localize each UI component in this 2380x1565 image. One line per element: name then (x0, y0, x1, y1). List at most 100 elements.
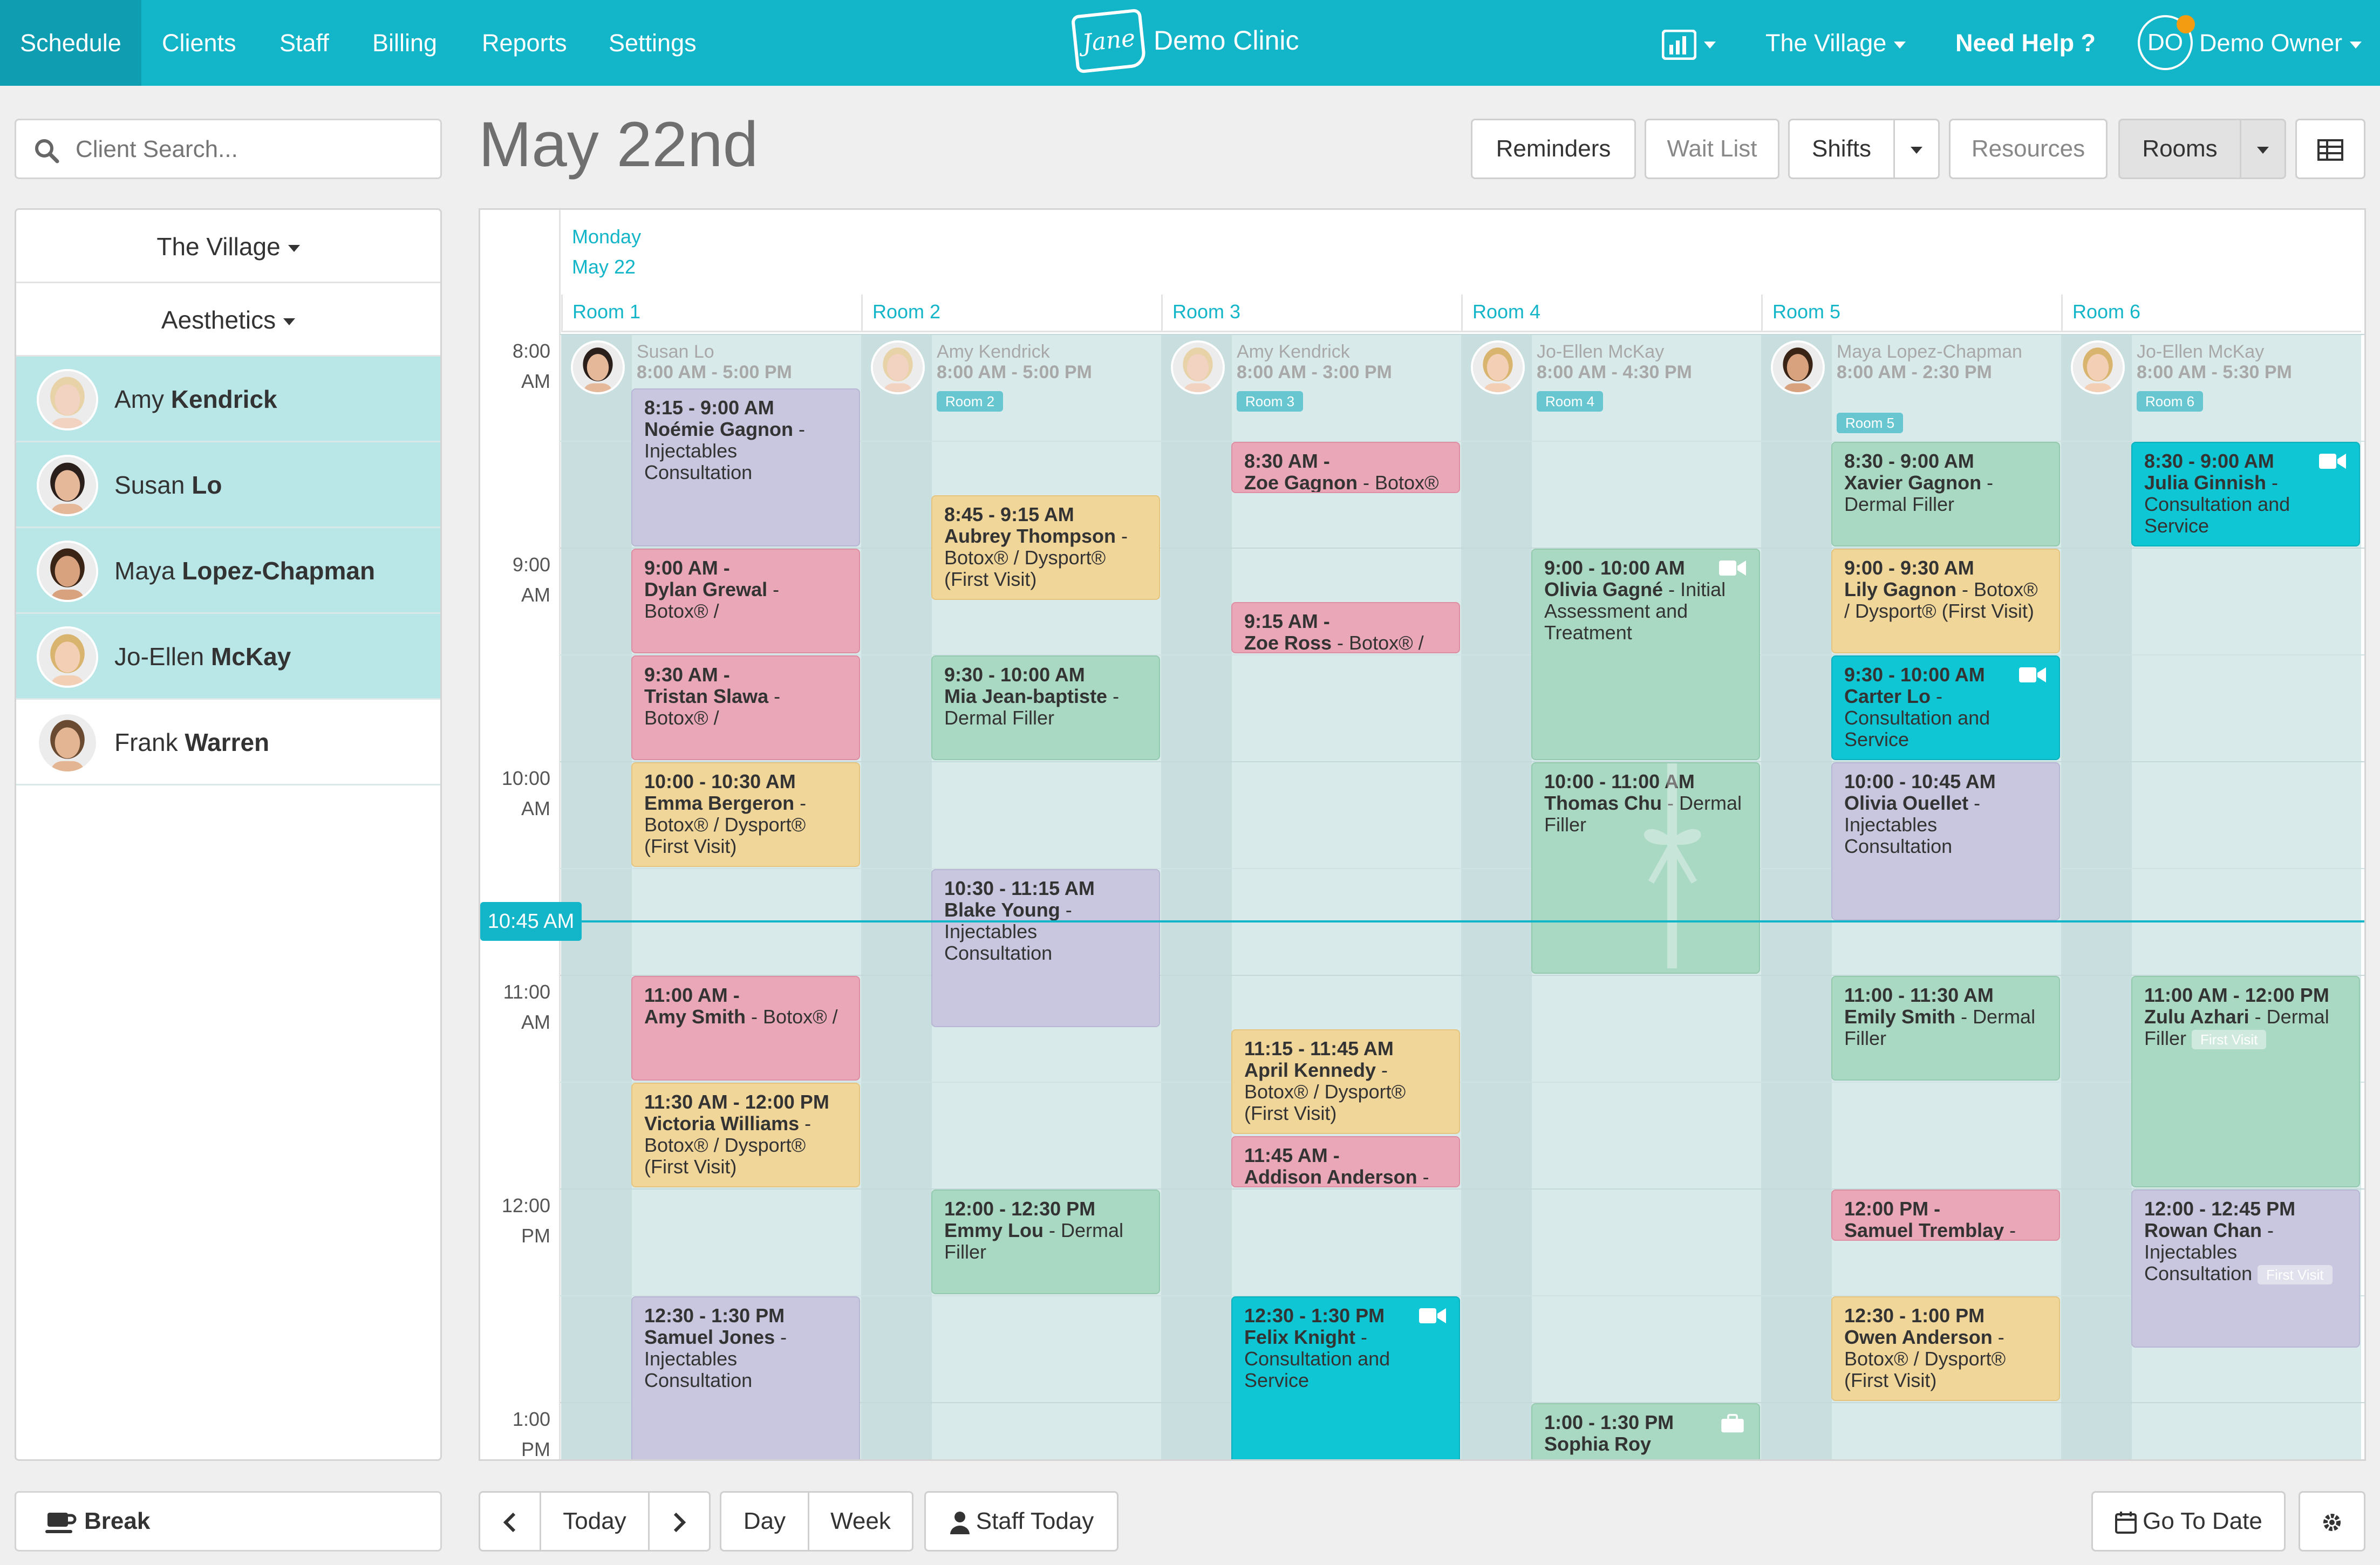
chart-icon (1661, 29, 1697, 60)
appointment-card[interactable]: 11:00 - 11:30 AM Emily Smith - Dermal Fil… (1831, 976, 2060, 1081)
appointment-card[interactable]: 9:30 - 10:00 AM Carter Lo - Consultation … (1831, 655, 2060, 760)
appointment-client: Tristan Slawa (644, 685, 769, 707)
appointment-card[interactable]: 9:00 - 10:00 AM Olivia Gagné - Initial As… (1531, 549, 1760, 760)
appointment-card[interactable]: 9:00 AM - Dylan Grewal - Botox® / (631, 549, 860, 653)
appointment-card[interactable]: 11:30 AM - 12:00 PM Victoria Williams - B… (631, 1083, 860, 1187)
appointment-card[interactable]: 10:00 - 10:45 AM Olivia Ouellet - Injecta… (1831, 762, 2060, 920)
time-label: 11:00 AM (480, 977, 550, 1037)
shifts-button[interactable]: Shifts (1788, 119, 1895, 179)
appointment-time: 9:00 - 10:00 AM (1544, 557, 1685, 579)
client-search-input[interactable] (76, 132, 432, 167)
staff-first-name: Maya (114, 557, 175, 585)
go-to-date-button[interactable]: Go To Date (2091, 1491, 2286, 1552)
appointment-card[interactable]: 12:00 - 12:45 PM Rowan Chan - Injectables… (2131, 1190, 2360, 1348)
appointment-service: Injectables Consultation (644, 440, 753, 483)
appointment-card[interactable]: 9:00 - 9:30 AM Lily Gagnon - Botox® / Dys… (1831, 549, 2060, 653)
appointment-card[interactable]: 12:30 - 1:30 PM Felix Knight - Consultati… (1231, 1296, 1460, 1459)
location-dropdown-label: The Village (156, 233, 281, 261)
video-icon (1419, 1308, 1446, 1323)
appointment-card[interactable]: 9:30 - 10:00 AM Mia Jean-baptiste - Derma… (931, 655, 1160, 760)
appointment-card[interactable]: 10:00 - 11:00 AMThomas Chu - Dermal Fill… (1531, 762, 1760, 974)
nav-billing[interactable]: Billing (372, 0, 437, 86)
video-icon (1719, 561, 1746, 576)
appointment-card[interactable]: 1:00 - 1:30 PM Sophia Roy (1531, 1403, 1760, 1459)
prev-day-button[interactable] (479, 1491, 541, 1552)
appointment-card[interactable]: 8:30 - 9:00 AM Julia Ginnish - Consultati… (2131, 442, 2360, 546)
week-view-button[interactable]: Week (808, 1491, 913, 1552)
nav-staff[interactable]: Staff (279, 0, 329, 86)
rooms-button[interactable]: Rooms (2118, 119, 2241, 179)
appointment-card[interactable]: 11:15 - 11:45 AM April Kennedy - Botox® /… (1231, 1029, 1460, 1134)
appointment-service: Botox® / Dysport® (First Visit) (644, 814, 806, 857)
staff-today-button[interactable]: Staff Today (924, 1491, 1119, 1552)
rooms-dropdown[interactable] (2240, 119, 2286, 179)
user-menu[interactable]: Demo Owner (2199, 0, 2362, 86)
location-menu[interactable]: The Village (1765, 0, 1906, 86)
appointment-service: Injectables Consultation (1844, 814, 1953, 857)
appointment-card[interactable]: 12:00 PM -Samuel Tremblay - Botox® / (1831, 1190, 2060, 1241)
settings-button[interactable] (2299, 1491, 2365, 1552)
shifts-dropdown[interactable] (1893, 119, 1940, 179)
appointment-time: 11:00 - 11:30 AM (1844, 984, 1994, 1006)
appointment-time: 9:30 AM - (644, 664, 730, 686)
jane-logo: Jane (1070, 8, 1147, 74)
user-avatar[interactable]: DO (2138, 15, 2195, 70)
appointment-card[interactable]: 11:00 AM - 12:00 PM Zulu Azhari - Dermal … (2131, 976, 2360, 1187)
appointment-card[interactable]: 10:00 - 10:30 AM Emma Bergeron - Botox® /… (631, 762, 860, 867)
appointment-time: 12:00 PM - (1844, 1198, 1941, 1220)
appointment-card[interactable]: 12:00 - 12:30 PM Emmy Lou - Dermal Filler (931, 1190, 1160, 1294)
appointment-card[interactable]: 9:15 AM -Zoe Ross - Botox® / Dysport® (1231, 602, 1460, 653)
appointment-card[interactable]: 8:30 AM -Zoe Gagnon - Botox® / (1231, 442, 1460, 493)
appointment-client: Zoe Ross (1244, 632, 1332, 653)
help-link[interactable]: Need Help ? (1955, 0, 2096, 86)
discipline-dropdown[interactable]: Aesthetics (16, 283, 440, 357)
appointment-card[interactable]: 11:45 AM -Addison Anderson - Botox® / (1231, 1136, 1460, 1187)
search-icon (35, 139, 59, 163)
nav-clients[interactable]: Clients (162, 0, 236, 86)
appointment-client: Emmy Lou (944, 1219, 1044, 1241)
appointment-client: Noémie Gagnon (644, 418, 794, 440)
appointment-service: Botox® / (763, 1006, 838, 1028)
appointment-time: 8:15 - 9:00 AM (644, 397, 774, 419)
analytics-menu[interactable] (1661, 0, 1716, 86)
provider-strip (1763, 334, 1832, 1459)
today-button[interactable]: Today (540, 1491, 650, 1552)
appointment-card[interactable]: 12:30 - 1:30 PM Samuel Jones - Injectable… (631, 1296, 860, 1459)
appointment-card[interactable]: 10:30 - 11:15 AM Blake Young - Injectable… (931, 869, 1160, 1027)
table-view-button[interactable] (2295, 119, 2365, 179)
nav-schedule[interactable]: Schedule (0, 0, 141, 86)
location-dropdown[interactable]: The Village (16, 210, 440, 283)
staff-avatar (37, 369, 98, 430)
reminders-button[interactable]: Reminders (1471, 119, 1636, 179)
day-view-button[interactable]: Day (720, 1491, 809, 1552)
appointment-card[interactable]: 12:30 - 1:00 PM Owen Anderson - Botox® / … (1831, 1296, 2060, 1401)
nav-reports[interactable]: Reports (482, 0, 567, 86)
current-time-line (561, 920, 2364, 922)
nav-settings[interactable]: Settings (609, 0, 697, 86)
appointment-card[interactable]: 11:00 AM - Amy Smith - Botox® / (631, 976, 860, 1081)
calendar-icon (2115, 1512, 2137, 1534)
appointment-card[interactable]: 8:15 - 9:00 AM Noémie Gagnon - Injectable… (631, 388, 860, 546)
caret-down-icon (1894, 41, 1906, 49)
chevron-right-icon (673, 1513, 686, 1533)
appointment-card[interactable]: 8:45 - 9:15 AM Aubrey Thompson - Botox® /… (931, 495, 1160, 600)
resources-button[interactable]: Resources (1949, 119, 2108, 179)
time-label: 9:00 AM (480, 550, 550, 610)
time-hour: 10:00 (501, 767, 550, 789)
appointment-client: Zoe Gagnon (1244, 471, 1358, 493)
appointment-card[interactable]: 8:30 - 9:00 AM Xavier Gagnon - Dermal Fil… (1831, 442, 2060, 546)
appointment-client: Emma Bergeron (644, 792, 795, 814)
client-search[interactable] (15, 119, 442, 179)
staff-item[interactable]: Frank Warren (16, 700, 440, 785)
appointment-time: 12:30 - 1:30 PM (1244, 1304, 1385, 1327)
staff-item[interactable]: Amy Kendrick (16, 357, 440, 442)
staff-first-name: Amy (114, 385, 164, 413)
wait-list-button[interactable]: Wait List (1645, 119, 1779, 179)
staff-item[interactable]: Jo-Ellen McKay (16, 614, 440, 700)
next-day-button[interactable] (648, 1491, 711, 1552)
break-button[interactable]: Break (15, 1491, 442, 1552)
staff-item[interactable]: Susan Lo (16, 442, 440, 528)
appointment-time: 8:30 AM - (1244, 450, 1330, 472)
staff-item[interactable]: Maya Lopez-Chapman (16, 528, 440, 614)
appointment-card[interactable]: 9:30 AM - Tristan Slawa - Botox® / (631, 655, 860, 760)
